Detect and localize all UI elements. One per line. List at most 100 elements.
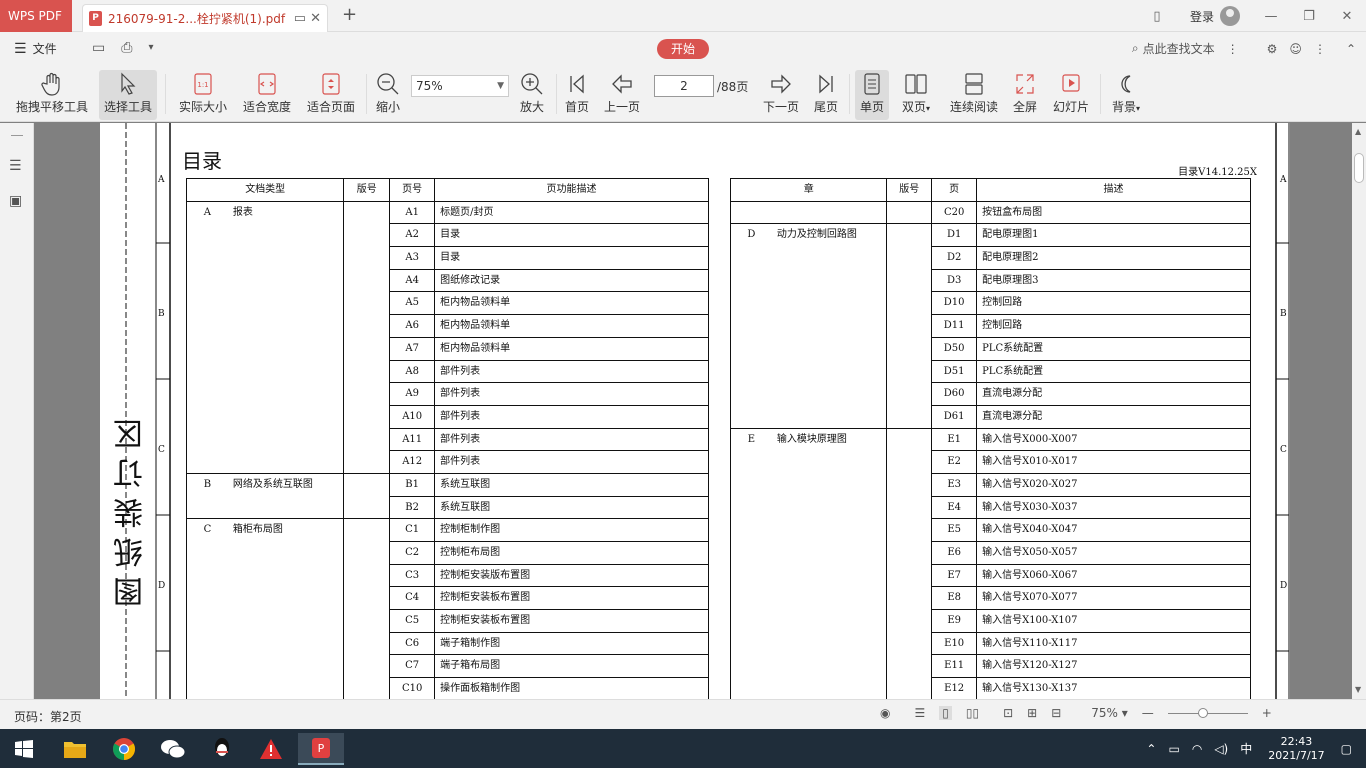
open-folder-icon[interactable]: ▭ — [92, 40, 105, 56]
single-view-icon[interactable]: ▯ — [939, 706, 952, 720]
new-tab-button[interactable]: + — [342, 4, 357, 25]
fullscreen-button[interactable]: 全屏 — [1010, 70, 1040, 120]
file-menu[interactable]: ☰ 文件 — [14, 40, 57, 57]
group-code-cell — [187, 338, 228, 361]
zoom-out-small-icon[interactable]: — — [1142, 706, 1154, 720]
slideshow-label: 幻灯片 — [1052, 100, 1089, 114]
avatar[interactable] — [1220, 6, 1240, 26]
group-code-cell — [731, 474, 772, 497]
eye-protection-icon[interactable]: ◉ — [880, 706, 890, 720]
zoom-out-button[interactable]: 缩小 — [372, 70, 404, 120]
page-number-input[interactable]: 2 — [654, 75, 714, 97]
login-link[interactable]: 登录 — [1190, 8, 1214, 25]
start-tab[interactable]: 开始 — [657, 39, 709, 59]
zoom-in-small-icon[interactable]: + — [1262, 706, 1272, 720]
description-cell: 端子箱布局图 — [435, 655, 709, 679]
fit-page-button[interactable]: 适合页面 — [304, 70, 358, 120]
group-name-cell — [228, 632, 345, 656]
close-tab-icon[interactable]: ✕ — [310, 11, 321, 26]
file-explorer-icon[interactable] — [55, 733, 95, 765]
zoom-out-icon — [375, 70, 401, 98]
double-page-button[interactable]: 双页▾ — [897, 70, 935, 120]
group-name-cell: 输入模块原理图 — [772, 428, 888, 452]
table-row: D 动力及控制回路图 D1 配电原理图1 — [731, 224, 1251, 248]
more-menu-icon[interactable]: ⋮ — [1314, 42, 1326, 56]
group-name-cell — [772, 610, 888, 633]
moon-icon — [1115, 70, 1137, 98]
table-row: A5 柜内物品领料单 — [187, 292, 709, 316]
quick-access-dropdown-icon[interactable]: ▾ — [148, 40, 153, 56]
settings-gear-icon[interactable]: ⚙ — [1267, 42, 1278, 56]
group-name-cell — [772, 360, 888, 384]
collapse-ribbon-icon[interactable]: ⌃ — [1346, 42, 1356, 56]
restore-tab-icon[interactable]: ▭ — [294, 11, 306, 26]
sidebar-toggle-icon[interactable]: ▯ — [1138, 9, 1176, 24]
more-options-icon[interactable]: ⋮ — [1227, 42, 1239, 56]
system-clock[interactable]: 22:43 2021/7/17 — [1268, 735, 1324, 763]
single-page-button[interactable]: 单页 — [855, 70, 889, 120]
document-viewer[interactable]: 图 纸 装 订 区 目录 目录V14.12.25X AABBCCDD 文档类型版… — [34, 123, 1352, 699]
actual-size-button[interactable]: 1:1 实际大小 — [176, 70, 230, 120]
first-page-icon — [567, 70, 587, 98]
vertical-scrollbar[interactable]: ▲ ▼ — [1352, 123, 1366, 699]
version-cell — [887, 587, 933, 611]
description-cell: 控制柜安装板布置图 — [435, 587, 709, 611]
app-warning-icon[interactable] — [251, 733, 291, 765]
chrome-icon[interactable] — [104, 733, 144, 765]
battery-icon[interactable]: ▭ — [1168, 742, 1179, 756]
status-zoom-value[interactable]: 75% ▾ — [1091, 706, 1128, 720]
notification-icon[interactable]: ▢ — [1341, 742, 1352, 756]
app-menu-tab[interactable]: WPS PDF — [0, 0, 72, 32]
fit-width-small-icon[interactable]: ⊟ — [1051, 706, 1061, 720]
slideshow-button[interactable]: 幻灯片 — [1050, 70, 1092, 120]
document-tab[interactable]: P 216079-91-2...栓拧紧机(1).pdf ▭ ✕ — [82, 4, 328, 32]
zoom-slider[interactable] — [1167, 707, 1248, 718]
continuous-read-button[interactable]: 连续阅读 — [947, 70, 1001, 120]
background-button[interactable]: 背景▾ — [1106, 70, 1146, 120]
wifi-icon[interactable]: ◠ — [1192, 742, 1202, 756]
group-name-cell — [772, 496, 888, 520]
windows-start-icon[interactable] — [4, 733, 44, 765]
feedback-icon[interactable]: ☺ — [1289, 42, 1302, 56]
description-cell: 控制柜安装版布置图 — [435, 565, 709, 588]
group-name-cell — [772, 678, 888, 699]
first-page-button[interactable]: 首页 — [562, 70, 592, 120]
description-cell: 直流电源分配 — [977, 383, 1251, 406]
group-name-cell — [772, 383, 888, 406]
minimize-button[interactable]: — — [1252, 9, 1290, 24]
table-row: E12 输入信号X130-X137 — [731, 678, 1250, 699]
find-text-button[interactable]: 点此查找文本 — [1143, 40, 1215, 57]
tray-chevron-icon[interactable]: ⌃ — [1146, 742, 1156, 756]
print-icon[interactable]: ⎙ — [121, 40, 132, 56]
actual-size-small-icon[interactable]: ⊡ — [1003, 706, 1013, 720]
wechat-icon[interactable] — [153, 733, 193, 765]
volume-icon[interactable]: ◁) — [1214, 742, 1228, 756]
search-icon[interactable]: ⌕ — [1132, 41, 1139, 56]
zoom-level-select[interactable]: 75% ▼ — [411, 75, 509, 97]
continuous-view-icon[interactable]: ☰ — [914, 706, 925, 720]
column-header: 版号 — [887, 179, 933, 201]
scroll-down-icon[interactable]: ▼ — [1355, 685, 1361, 694]
close-window-button[interactable]: ✕ — [1328, 9, 1366, 24]
select-tool-button[interactable]: 选择工具 — [99, 70, 157, 120]
group-code-cell — [187, 247, 228, 270]
page-number-cell: E9 — [932, 610, 978, 633]
double-view-icon[interactable]: ▯▯ — [966, 706, 979, 720]
maximize-button[interactable]: ❐ — [1290, 9, 1328, 24]
fit-width-button[interactable]: 适合宽度 — [240, 70, 294, 120]
fit-page-small-icon[interactable]: ⊞ — [1027, 706, 1037, 720]
scroll-up-icon[interactable]: ▲ — [1355, 127, 1361, 136]
last-page-button[interactable]: 尾页 — [811, 70, 841, 120]
prev-page-button[interactable]: 上一页 — [602, 70, 642, 120]
bookmarks-icon[interactable]: ☰ — [9, 158, 22, 174]
table-row: E9 输入信号X100-X107 — [731, 610, 1251, 633]
scrollbar-thumb[interactable] — [1354, 153, 1364, 183]
pan-tool-button[interactable]: 拖拽平移工具 — [14, 70, 90, 120]
next-page-button[interactable]: 下一页 — [761, 70, 801, 120]
qq-icon[interactable] — [202, 733, 242, 765]
wps-pdf-taskbar-icon[interactable]: P — [298, 733, 344, 765]
zoom-in-button[interactable]: 放大 — [516, 70, 548, 120]
ime-indicator[interactable]: 中 — [1240, 740, 1252, 757]
thumbnails-icon[interactable]: ▣ — [9, 193, 22, 209]
group-code-cell — [187, 292, 228, 315]
